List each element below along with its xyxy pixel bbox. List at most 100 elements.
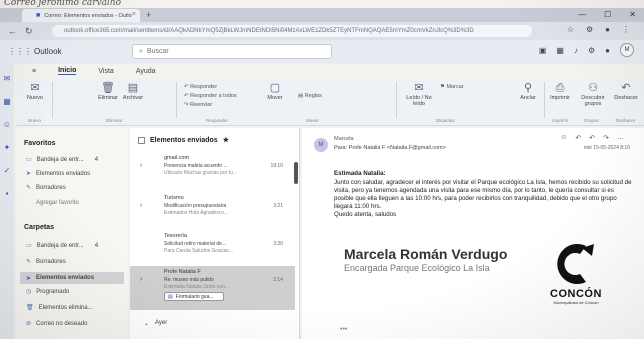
header-icons: ▣ ▦ ♪ ⚙ ● M [539, 43, 634, 57]
flag-button[interactable]: ⚑ Marcar [440, 84, 464, 91]
forward-icon[interactable]: ↷ [603, 134, 609, 142]
tab-ayuda[interactable]: Ayuda [136, 68, 156, 75]
reply-icon[interactable]: ↶ [575, 134, 581, 142]
pin-button[interactable]: ⚲ Anclar [516, 82, 540, 101]
minimize-icon[interactable]: — [578, 10, 586, 19]
more-apps-icon[interactable]: ▪ [6, 189, 9, 198]
app-launcher-icon[interactable]: ⋮⋮⋮ [8, 47, 32, 56]
browser-tab[interactable]: ■ Correo: Elementos enviados - Outlook × [22, 9, 140, 22]
chevron-right-icon[interactable]: › [140, 276, 142, 283]
list-item[interactable]: Tesorería Solicitud retiro material de..… [130, 230, 295, 266]
reply-button[interactable]: ↶ Responder [184, 84, 217, 91]
new-mail-label: Nuevo [27, 95, 43, 101]
junk-icon: ⊘ [26, 321, 32, 327]
select-all-checkbox[interactable] [138, 136, 145, 144]
folder-item[interactable]: ➤ Elementos enviados [26, 170, 90, 178]
clock-icon: ◷ [26, 289, 32, 295]
people-icon[interactable]: ☺ [3, 120, 11, 129]
undo-icon: ↶ [621, 82, 631, 94]
chevron-right-icon[interactable]: › [140, 202, 142, 209]
meet-icon[interactable]: ▣ [539, 46, 547, 55]
hamburger-icon[interactable]: ≡ [32, 68, 36, 75]
bell-icon[interactable]: ♪ [574, 46, 578, 55]
ribbon-tabs: ≡ Inicio Vista Ayuda [16, 64, 644, 78]
tasks-icon[interactable]: ✓ [4, 166, 11, 175]
tab-inicio[interactable]: Inicio [58, 67, 77, 75]
folder-item[interactable]: ▭ Bandeja de entr... 4 [26, 156, 98, 164]
folder-item[interactable]: ✎ Borradores [26, 258, 66, 266]
message-time: 19:10 [270, 163, 283, 169]
add-favorite-link[interactable]: Agregar favorito [36, 200, 79, 206]
new-tab-icon[interactable]: + [146, 10, 151, 20]
mail-icon[interactable]: ✉ [4, 74, 11, 83]
menu-icon[interactable]: ⋮ [622, 25, 630, 34]
show-more-icon[interactable]: ••• [340, 326, 347, 333]
reply-all-button[interactable]: ↶ Responder a todos [184, 93, 237, 100]
browser-nav: ← ↻ [8, 26, 33, 37]
gear-icon[interactable]: ⚙ [588, 46, 595, 55]
new-mail-button[interactable]: ✉ Nuevo [24, 82, 46, 101]
folder-item-selected[interactable]: ➤ Elementos enviados [20, 272, 124, 284]
group-header-ayer[interactable]: ⌄ Ayer [144, 320, 167, 327]
more-icon[interactable]: … [617, 134, 624, 142]
favorites-heading[interactable]: Favoritos [24, 140, 56, 147]
group-label: Deshacer [616, 118, 636, 123]
ribbon: ✉ Nuevo 🗑 Eliminar ▤ Archivar ↶ Responde… [16, 78, 644, 126]
move-button[interactable]: ▢ Mover [264, 82, 286, 101]
groups-icon[interactable]: ✦ [4, 143, 11, 152]
extensions-icon[interactable]: ⚙ [586, 25, 593, 34]
maximize-icon[interactable]: ☐ [604, 10, 611, 19]
message-subject: Modificación presupuestaria [164, 203, 227, 209]
reply-all-icon[interactable]: ↶ [589, 134, 595, 142]
undo-label: Deshacer [614, 95, 638, 101]
folder-item[interactable]: ▭ Bandeja de entr... 4 [26, 242, 98, 250]
ribbon-separator [544, 82, 545, 118]
discover-groups-button[interactable]: ⚇ Descubrir grupos [578, 82, 608, 107]
star-icon[interactable]: ★ [223, 136, 229, 144]
calendar-rail-icon[interactable]: ▦ [3, 97, 11, 106]
list-item-selected[interactable]: Profe Natalia F › Re: museo más pulido 2… [130, 266, 295, 310]
close-tab-icon[interactable]: × [132, 11, 136, 18]
url-input[interactable]: outlook.office365.com/mail/sentitems/id/… [52, 25, 532, 37]
rules-button[interactable]: ▤ Reglas [298, 93, 322, 100]
list-item[interactable]: Turismo › Modificación presupuestaria 3:… [130, 192, 295, 228]
folder-item[interactable]: ✎ Borradores [26, 184, 66, 192]
reading-date: mié 15-05-2024 8:16 [583, 145, 630, 151]
reading-to: Para: Profe Natalia F <Natalia.F@gmail.c… [334, 145, 446, 151]
tab-vista[interactable]: Vista [98, 68, 113, 75]
reply-all-label: Responder a todos [190, 93, 237, 99]
archive-button[interactable]: ▤ Archivar [120, 82, 146, 101]
attachment-chip[interactable]: ▤ Formulario gua... [164, 292, 224, 301]
avatar[interactable]: M [620, 43, 634, 57]
message-time: 2:14 [273, 277, 283, 283]
star-icon[interactable]: ☆ [567, 25, 574, 34]
list-item[interactable]: gmail.com › Presencia maleta acuerdo ...… [130, 152, 295, 188]
folder-item[interactable]: ⊘ Correo no deseado [26, 320, 87, 328]
pin-icon: ⚲ [523, 82, 533, 94]
search-box[interactable]: ⌕ Buscar [132, 44, 332, 59]
trash-icon: 🗑 [101, 82, 115, 94]
undo-button[interactable]: ↶ Deshacer [614, 82, 638, 101]
back-icon[interactable]: ← [8, 26, 17, 37]
folder-item[interactable]: 🗑 Elementos elimina... [26, 304, 93, 312]
chevron-right-icon[interactable]: › [140, 162, 142, 169]
emoji-icon[interactable]: ☺ [560, 134, 567, 142]
read-unread-button[interactable]: ✉ Leído / No leído [402, 82, 436, 107]
folder-label: Elementos enviados [36, 275, 95, 281]
send-icon: ➤ [26, 171, 32, 177]
calendar-icon[interactable]: ▦ [556, 46, 564, 55]
profile-icon[interactable]: ● [605, 25, 610, 34]
signature-role: Encargada Parque Ecológico La Isla [344, 263, 490, 273]
forward-label: Reenviar [190, 102, 213, 108]
reload-icon[interactable]: ↻ [25, 26, 33, 37]
concon-logo: CONCÓN Municipalidad de Concón [546, 240, 606, 305]
signature-name: Marcela Román Verdugo [344, 246, 508, 262]
forward-button[interactable]: ↷ Reenviar [184, 102, 212, 109]
print-button[interactable]: ⎙ Imprimir [548, 82, 572, 101]
close-window-icon[interactable]: ✕ [629, 10, 636, 19]
folders-heading[interactable]: Carpetas [24, 224, 54, 231]
delete-button[interactable]: 🗑 Eliminar [96, 82, 120, 101]
help-icon[interactable]: ● [605, 46, 610, 55]
folder-item[interactable]: ◷ Programado [26, 288, 69, 296]
browser-tab-bar: ■ Correo: Elementos enviados - Outlook ×… [0, 8, 644, 22]
